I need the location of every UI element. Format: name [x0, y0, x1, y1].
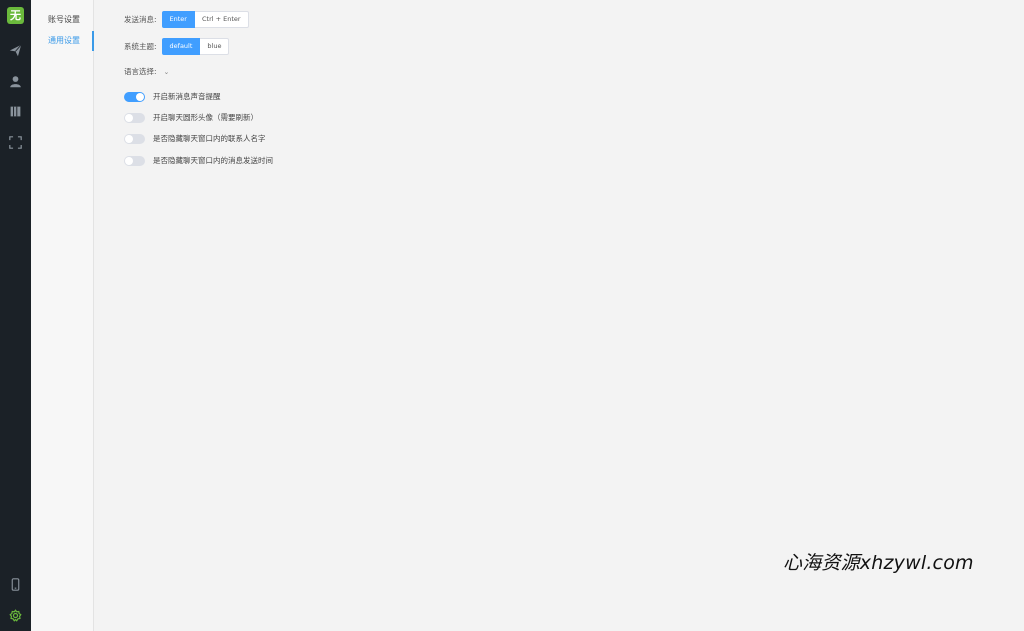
round-avatar-toggle-label: 开启聊天圆形头像（需要刷新）: [153, 113, 258, 122]
toggle-knob: [125, 134, 133, 143]
send-icon[interactable]: [7, 42, 24, 59]
toggle-row-round-avatar: 开启聊天圆形头像（需要刷新）: [124, 112, 258, 123]
book-icon[interactable]: [7, 103, 24, 120]
theme-row: 系统主题: default blue: [124, 38, 230, 55]
sound-toggle-label: 开启新消息声音提醒: [153, 92, 221, 101]
hide-time-toggle[interactable]: [124, 155, 145, 166]
send-message-selector: Enter Ctrl + Enter: [161, 11, 249, 28]
subnav-item-account[interactable]: 账号设置: [31, 10, 94, 30]
toggle-knob: [125, 113, 133, 122]
send-message-row: 发送消息: Enter Ctrl + Enter: [124, 11, 249, 28]
toggle-knob: [125, 156, 133, 165]
send-enter-button[interactable]: Enter: [161, 11, 195, 28]
settings-icon[interactable]: [7, 607, 24, 624]
settings-subnav: 账号设置 通用设置: [31, 0, 94, 631]
app-logo: 无: [7, 7, 24, 24]
toggle-knob: [136, 92, 144, 101]
toggle-row-hide-name: 是否隐藏聊天窗口内的联系人名字: [124, 133, 266, 144]
icon-rail: 无: [0, 0, 31, 631]
language-row: 语言选择: ⌄: [124, 66, 169, 77]
user-icon[interactable]: [7, 73, 24, 90]
chevron-down-icon[interactable]: ⌄: [164, 68, 170, 76]
hide-name-toggle[interactable]: [124, 133, 145, 144]
fullscreen-icon[interactable]: [7, 134, 24, 151]
send-ctrl-enter-button[interactable]: Ctrl + Enter: [194, 11, 249, 28]
toggle-row-hide-time: 是否隐藏聊天窗口内的消息发送时间: [124, 155, 273, 166]
theme-label: 系统主题:: [124, 42, 157, 51]
toggle-row-sound: 开启新消息声音提醒: [124, 91, 221, 102]
send-message-label: 发送消息:: [124, 15, 157, 24]
language-label: 语言选择:: [124, 67, 157, 76]
round-avatar-toggle[interactable]: [124, 112, 145, 123]
hide-time-toggle-label: 是否隐藏聊天窗口内的消息发送时间: [153, 156, 273, 165]
settings-panel: 发送消息: Enter Ctrl + Enter 系统主题: default b…: [95, 0, 1024, 631]
phone-icon[interactable]: [7, 576, 24, 593]
sound-toggle[interactable]: [124, 91, 145, 102]
theme-blue-button[interactable]: blue: [200, 38, 230, 55]
theme-selector: default blue: [161, 38, 230, 55]
watermark-text: 心海资源xhzywl.com: [783, 552, 974, 574]
subnav-item-general[interactable]: 通用设置: [31, 31, 94, 51]
theme-default-button[interactable]: default: [161, 38, 201, 55]
hide-name-toggle-label: 是否隐藏聊天窗口内的联系人名字: [153, 134, 266, 143]
